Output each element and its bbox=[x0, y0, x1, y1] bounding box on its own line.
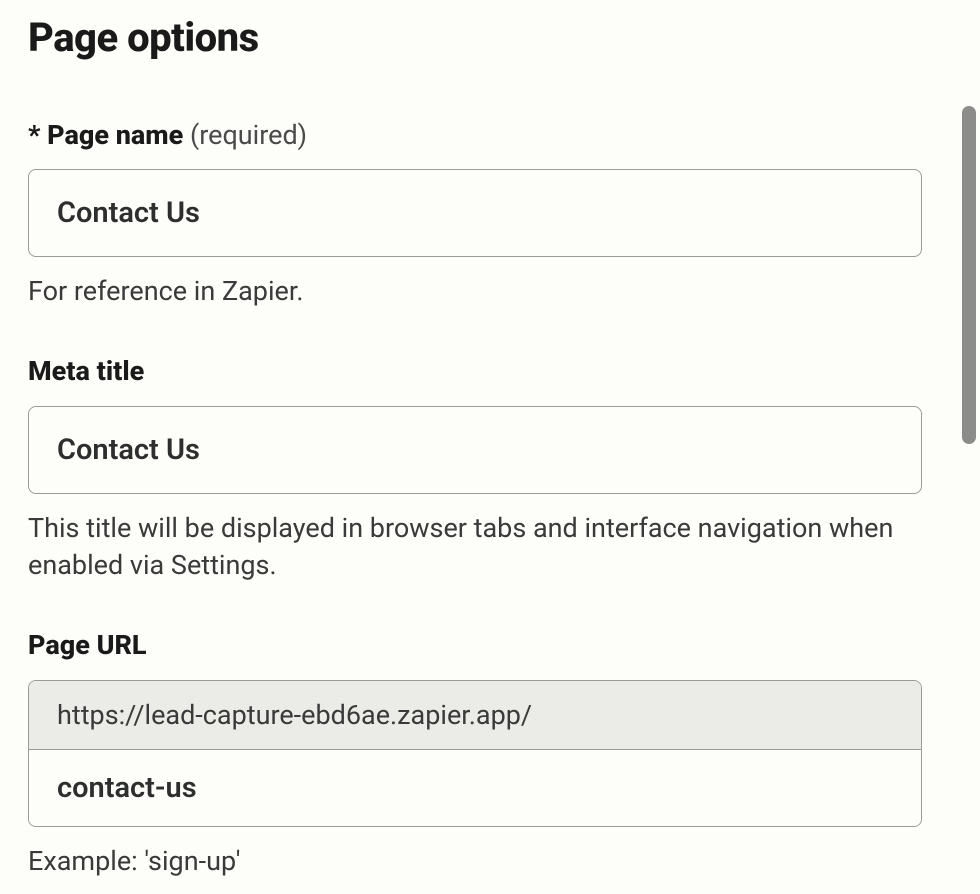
meta-title-label-row: Meta title bbox=[28, 355, 922, 387]
page-name-label: Page name bbox=[47, 119, 183, 151]
page-url-label: Page URL bbox=[28, 629, 147, 661]
page-url-prefix: https://lead-capture-ebd6ae.zapier.app/ bbox=[29, 681, 921, 750]
meta-title-label: Meta title bbox=[28, 355, 144, 387]
scrollbar-thumb[interactable] bbox=[962, 106, 976, 444]
page-name-input[interactable] bbox=[28, 169, 922, 257]
scrollbar-track[interactable] bbox=[962, 106, 976, 886]
field-meta-title: Meta title This title will be displayed … bbox=[28, 355, 922, 585]
meta-title-helper: This title will be displayed in browser … bbox=[28, 510, 922, 586]
page-name-label-row: * Page name (required) bbox=[28, 119, 922, 151]
page-url-helper: Example: 'sign-up' bbox=[28, 843, 922, 881]
page-options-form: Page options * Page name (required) For … bbox=[0, 14, 950, 880]
page-url-slug-input[interactable] bbox=[29, 750, 921, 826]
field-page-url: Page URL https://lead-capture-ebd6ae.zap… bbox=[28, 629, 922, 880]
page-url-group: https://lead-capture-ebd6ae.zapier.app/ bbox=[28, 680, 922, 827]
page-name-required-hint: (required) bbox=[190, 119, 307, 151]
required-asterisk: * bbox=[28, 119, 40, 151]
page-url-label-row: Page URL bbox=[28, 629, 922, 661]
section-title: Page options bbox=[28, 14, 922, 61]
page-name-helper: For reference in Zapier. bbox=[28, 273, 922, 311]
meta-title-input[interactable] bbox=[28, 406, 922, 494]
field-page-name: * Page name (required) For reference in … bbox=[28, 119, 922, 311]
